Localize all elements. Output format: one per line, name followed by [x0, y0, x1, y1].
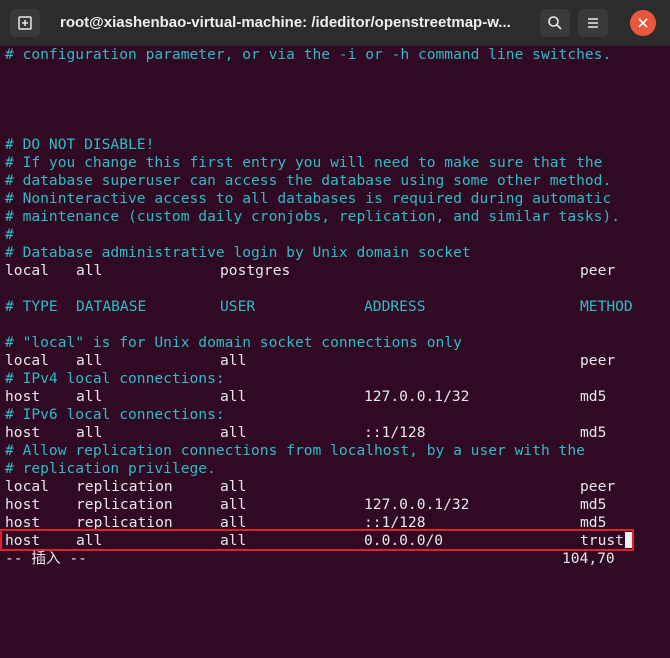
new-tab-button[interactable] — [10, 9, 40, 37]
comment-line: # If you change this first entry you wil… — [5, 154, 603, 171]
col-method: md5 — [580, 496, 607, 513]
header-database: DATABASE — [76, 298, 147, 315]
close-icon — [638, 18, 648, 28]
col-method: peer — [580, 262, 616, 279]
column-header-row: # TYPE DATABASE USER ADDRESS METHOD — [5, 298, 645, 316]
col-database: all — [76, 388, 103, 405]
comment-line: # database superuser can access the data… — [5, 172, 612, 189]
header-address: ADDRESS — [364, 298, 426, 315]
col-type: local — [5, 352, 49, 369]
comment-line: # DO NOT DISABLE! — [5, 136, 155, 153]
terminal-area[interactable]: # configuration parameter, or via the -i… — [0, 46, 670, 576]
comment-line: # Database administrative login by Unix … — [5, 244, 471, 261]
comment-line: # IPv6 local connections: — [5, 406, 225, 423]
config-row: host replication all 127.0.0.1/32 md5 — [5, 496, 645, 514]
col-user: all — [220, 496, 247, 513]
new-tab-icon — [18, 16, 32, 30]
col-address: ::1/128 — [364, 424, 426, 441]
col-type: host — [5, 496, 41, 513]
col-type: host — [5, 424, 41, 441]
col-database: all — [76, 352, 103, 369]
col-user: all — [220, 352, 247, 369]
title-bar: root@xiashenbao-virtual-machine: /idedit… — [0, 0, 670, 47]
comment-line: # replication privilege. — [5, 460, 216, 477]
col-user: all — [220, 478, 247, 495]
col-method: peer — [580, 352, 616, 369]
comment-line: # Allow replication connections from loc… — [5, 442, 585, 459]
comment-line: # — [5, 226, 14, 243]
comment-line: # maintenance (custom daily cronjobs, re… — [5, 208, 621, 225]
col-database: replication — [76, 478, 173, 495]
config-row: local all all peer — [5, 352, 645, 370]
col-type: local — [5, 478, 49, 495]
col-user: postgres — [220, 262, 291, 279]
cursor-position: 104,70 — [562, 550, 615, 567]
col-address: 127.0.0.1/32 — [364, 388, 470, 405]
comment-line: # IPv4 local connections: — [5, 370, 225, 387]
col-database: replication — [76, 496, 173, 513]
menu-button[interactable] — [578, 9, 608, 37]
comment-line: # "local" is for Unix domain socket conn… — [5, 334, 462, 351]
config-row: host all all ::1/128 md5 — [5, 424, 645, 442]
config-row: local replication all peer — [5, 478, 645, 496]
col-user: all — [220, 424, 247, 441]
config-row: local all postgres peer — [5, 262, 645, 280]
vim-mode-indicator: -- 插入 -- — [5, 550, 87, 567]
hamburger-menu-icon — [588, 18, 598, 28]
config-row: host all all 127.0.0.1/32 md5 — [5, 388, 645, 406]
search-button[interactable] — [540, 9, 570, 37]
col-method: md5 — [580, 424, 607, 441]
search-icon — [548, 16, 562, 30]
col-database: all — [76, 424, 103, 441]
col-type: local — [5, 262, 49, 279]
header-user: USER — [220, 298, 256, 315]
col-database: all — [76, 262, 103, 279]
col-type: host — [5, 388, 41, 405]
header-method: METHOD — [580, 298, 633, 315]
col-address: 127.0.0.1/32 — [364, 496, 470, 513]
window-title: root@xiashenbao-virtual-machine: /idedit… — [60, 14, 511, 31]
comment-line: # Noninteractive access to all databases… — [5, 190, 612, 207]
comment-line: # configuration parameter, or via the -i… — [5, 46, 612, 63]
col-method: peer — [580, 478, 616, 495]
header-type: # TYPE — [5, 298, 58, 315]
highlight-box — [0, 529, 634, 551]
col-user: all — [220, 388, 247, 405]
col-method: md5 — [580, 388, 607, 405]
close-window-button[interactable] — [630, 10, 656, 36]
